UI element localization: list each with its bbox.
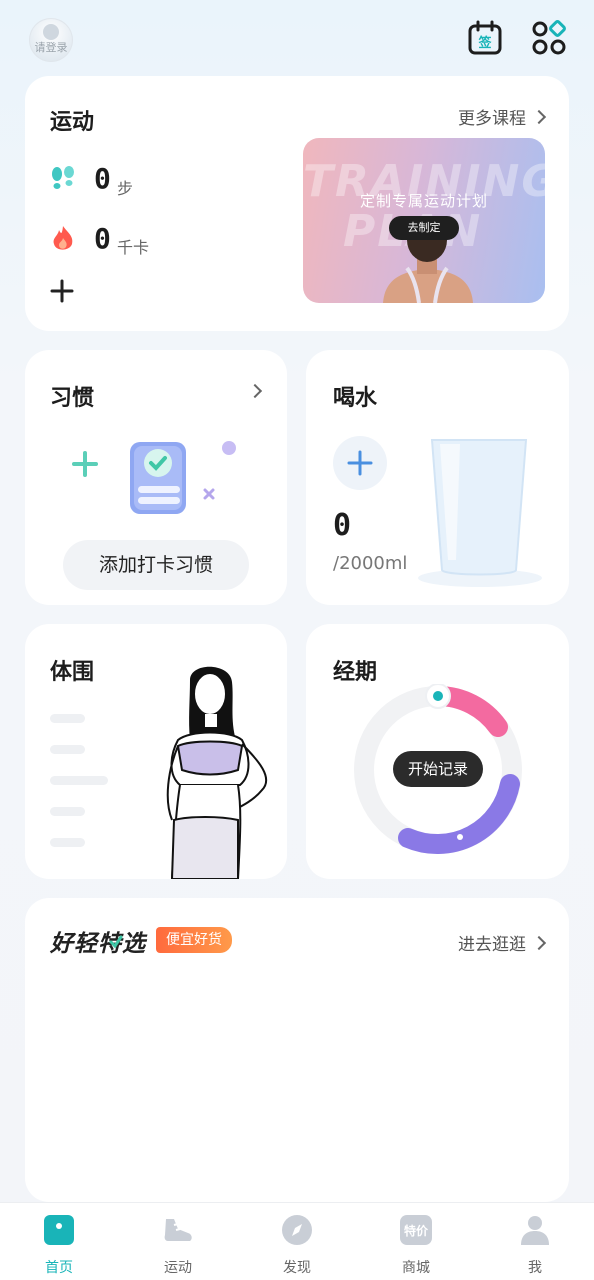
create-plan-button[interactable]: 去制定 xyxy=(389,216,459,240)
special-offer-label: 特价 xyxy=(404,1223,429,1238)
woman-figure-illustration xyxy=(166,666,268,879)
period-title: 经期 xyxy=(333,660,378,685)
calories-value: 0 xyxy=(94,222,111,255)
tab-me[interactable]: 我 xyxy=(495,1203,575,1280)
tab-sport[interactable]: 运动 xyxy=(138,1203,218,1280)
placeholder-line xyxy=(50,745,85,754)
avatar-icon xyxy=(43,24,59,40)
footprint-icon xyxy=(52,166,74,189)
training-plan-banner[interactable]: TRAINING PLAN 定制专属运动计划 去制定 xyxy=(303,138,545,303)
add-water-button[interactable] xyxy=(333,436,387,490)
checkin-calendar-icon[interactable]: 签 xyxy=(467,20,503,56)
sport-title: 运动 xyxy=(50,110,95,135)
tab-label: 商城 xyxy=(402,1260,430,1276)
login-label: 请登录 xyxy=(34,41,68,54)
body-title: 体围 xyxy=(50,660,95,685)
flame-icon xyxy=(53,226,73,250)
placeholder-line xyxy=(50,838,85,847)
more-courses-link[interactable]: 更多课程 xyxy=(458,104,547,129)
home-icon xyxy=(44,1215,74,1245)
tab-label: 我 xyxy=(528,1260,542,1276)
tab-discover[interactable]: 发现 xyxy=(257,1203,337,1280)
tab-mall[interactable]: 特价 商城 xyxy=(376,1203,456,1280)
add-habit-button[interactable]: 添加打卡习惯 xyxy=(63,540,249,590)
chevron-right-icon xyxy=(531,109,547,124)
plus-icon xyxy=(347,450,373,476)
habit-title: 习惯 xyxy=(50,386,95,411)
placeholder-line xyxy=(50,807,85,816)
cheap-goods-badge: 便宜好货 xyxy=(156,927,232,953)
special-offer-icon: 特价 xyxy=(400,1215,432,1245)
header: 请登录 签 xyxy=(0,0,594,80)
chevron-right-icon xyxy=(531,935,547,950)
bottom-tab-bar: 首页 运动 发现 特价 商城 我 xyxy=(0,1202,594,1280)
apps-grid-icon[interactable] xyxy=(531,20,567,56)
login-avatar[interactable]: 请登录 xyxy=(29,18,73,62)
tab-label: 运动 xyxy=(164,1260,192,1276)
steps-value: 0 xyxy=(94,162,111,195)
compass-icon xyxy=(282,1215,312,1245)
add-sport-icon[interactable] xyxy=(50,279,74,303)
plan-title: 定制专属运动计划 xyxy=(359,192,488,210)
steps-unit: 步 xyxy=(117,179,134,198)
checkin-label: 签 xyxy=(477,35,492,51)
placeholder-line xyxy=(50,714,85,723)
start-record-button[interactable]: 开始记录 xyxy=(393,751,483,787)
go-shopping-label: 进去逛逛 xyxy=(458,935,526,955)
water-glass-icon xyxy=(418,439,542,587)
tab-label: 发现 xyxy=(283,1260,311,1276)
water-value: 0 xyxy=(333,508,352,543)
tab-home[interactable]: 首页 xyxy=(19,1203,99,1280)
selection-title: 好轻特选 xyxy=(50,931,146,957)
habit-illustration xyxy=(72,441,236,514)
more-courses-label: 更多课程 xyxy=(458,109,526,129)
calories-unit: 千卡 xyxy=(117,238,150,257)
go-shopping-link[interactable]: 进去逛逛 xyxy=(458,930,547,955)
water-goal: /2000ml xyxy=(333,553,408,574)
sneaker-icon xyxy=(164,1219,192,1241)
user-icon xyxy=(521,1216,549,1245)
tab-label: 首页 xyxy=(45,1260,73,1276)
placeholder-line xyxy=(50,776,108,785)
water-title: 喝水 xyxy=(333,386,378,411)
check-mark-icon xyxy=(109,935,123,949)
